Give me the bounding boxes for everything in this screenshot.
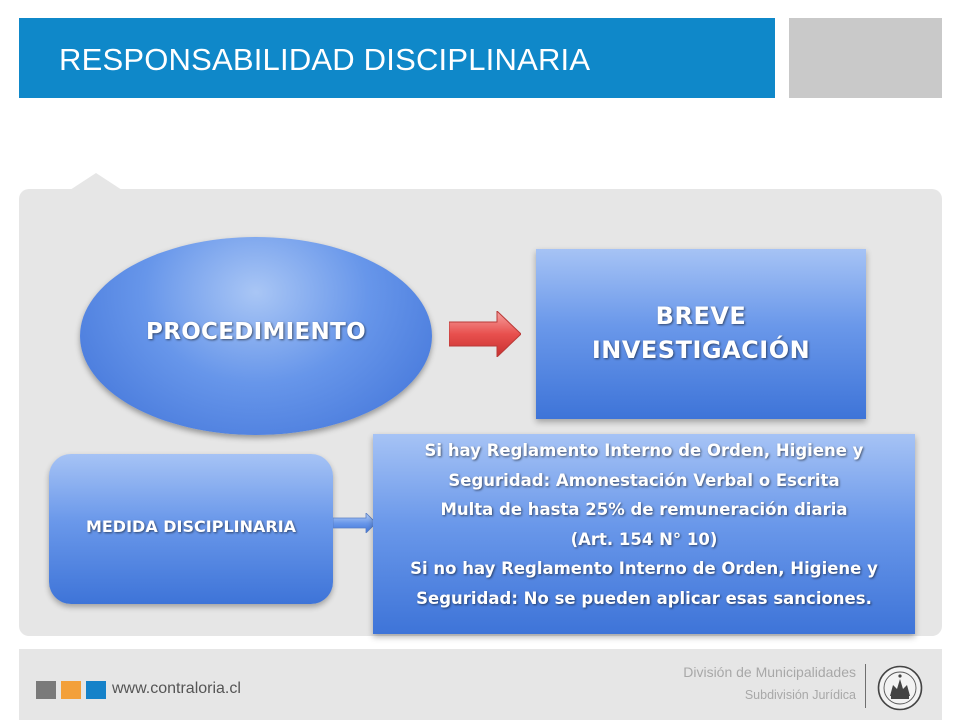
- right-arrow-icon: [449, 311, 521, 357]
- title-bar: RESPONSABILIDAD DISCIPLINARIA: [19, 18, 775, 98]
- investigacion-label: INVESTIGACIÓN: [591, 336, 811, 364]
- info-line: Seguridad: Amonestación Verbal o Escrita: [448, 470, 840, 490]
- sanciones-info-box: Si hay Reglamento Interno de Orden, Higi…: [373, 434, 915, 634]
- small-right-arrow-icon: [333, 513, 376, 533]
- website-link[interactable]: www.contraloria.cl: [112, 680, 241, 698]
- procedimiento-label: PROCEDIMIENTO: [146, 319, 366, 345]
- footer-divider: [865, 664, 866, 708]
- info-line: Si hay Reglamento Interno de Orden, Higi…: [424, 441, 864, 460]
- title-side-block: [789, 18, 942, 98]
- info-line: Si no hay Reglamento Interno de Orden, H…: [410, 559, 878, 578]
- footer-square-gray: [36, 681, 56, 699]
- panel-notch: [70, 173, 122, 190]
- footer-square-blue: [86, 681, 106, 699]
- subdivision-label: Subdivisión Jurídica: [744, 688, 856, 702]
- slide-title: RESPONSABILIDAD DISCIPLINARIA: [59, 42, 591, 77]
- procedimiento-ellipse: PROCEDIMIENTO: [80, 237, 432, 435]
- breve-label: BREVE: [655, 302, 747, 330]
- footer-square-orange: [61, 681, 81, 699]
- division-label: División de Municipalidades: [683, 664, 856, 680]
- breve-investigacion-box: BREVE INVESTIGACIÓN: [536, 249, 866, 419]
- info-line: Multa de hasta 25% de remuneración diari…: [440, 500, 848, 519]
- contraloria-seal-icon: [877, 665, 923, 711]
- info-line: (Art. 154 N° 10): [570, 529, 718, 549]
- info-line: Seguridad: No se pueden aplicar esas san…: [416, 588, 872, 608]
- medida-label: MEDIDA DISCIPLINARIA: [85, 517, 297, 536]
- medida-disciplinaria-box: MEDIDA DISCIPLINARIA: [49, 454, 333, 604]
